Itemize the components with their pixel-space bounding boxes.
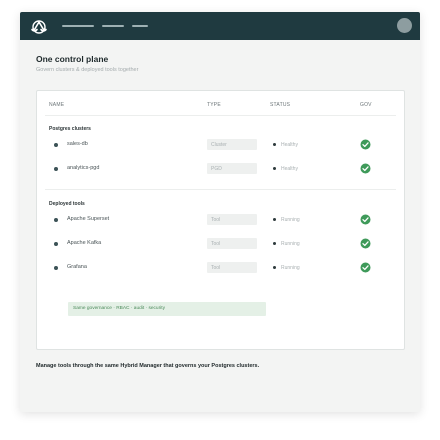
page-subtitle: Govern clusters & deployed tools togethe… <box>36 67 139 73</box>
section-title-deployed-tools: Deployed tools <box>49 201 85 207</box>
section-title-postgres-clusters: Postgres clusters <box>49 126 91 132</box>
type-pill: Tool <box>207 262 257 273</box>
nav-item-placeholder[interactable] <box>102 25 124 27</box>
column-header-type[interactable]: TYPE <box>207 102 221 108</box>
row-name[interactable]: analytics-pgd <box>67 165 99 171</box>
status-dot <box>273 218 276 221</box>
status-label: Healthy <box>281 165 298 172</box>
logo-icon[interactable] <box>30 18 48 34</box>
type-pill: Cluster <box>207 139 257 150</box>
resources-table-panel: NAME TYPE STATUS GOV Postgres clusters s… <box>36 90 405 350</box>
column-header-status[interactable]: STATUS <box>270 102 290 108</box>
type-label: Tool <box>211 216 221 223</box>
top-nav-bar <box>20 12 420 40</box>
row-bullet <box>54 242 58 246</box>
type-label: PGD <box>211 165 222 172</box>
table-row[interactable]: Apache Superset Tool Running <box>37 214 404 226</box>
type-pill: PGD <box>207 163 257 174</box>
status-label: Healthy <box>281 141 298 148</box>
status-dot <box>273 266 276 269</box>
row-bullet <box>54 218 58 222</box>
section-divider <box>45 189 396 190</box>
status-label: Running <box>281 216 300 223</box>
table-row[interactable]: analytics-pgd PGD Healthy <box>37 163 404 175</box>
check-circle-icon <box>360 214 371 225</box>
row-bullet <box>54 143 58 147</box>
page-title: One control plane <box>36 54 109 64</box>
hero-header: One control plane Govern clusters & depl… <box>36 54 138 73</box>
check-circle-icon <box>360 238 371 249</box>
type-label: Tool <box>211 264 221 271</box>
status-label: Running <box>281 264 300 271</box>
check-circle-icon <box>360 139 371 150</box>
row-bullet <box>54 266 58 270</box>
footer-caption: Manage tools through the same Hybrid Man… <box>36 363 260 369</box>
row-name[interactable]: Apache Superset <box>67 216 109 222</box>
governance-banner-text: Same governance · RBAC · audit · securit… <box>73 306 165 311</box>
table-row[interactable]: Apache Kafka Tool Running <box>37 238 404 250</box>
check-circle-icon <box>360 262 371 273</box>
status-dot <box>273 242 276 245</box>
type-label: Cluster <box>211 141 227 148</box>
app-card: One control plane Govern clusters & depl… <box>20 12 420 412</box>
row-bullet <box>54 167 58 171</box>
governance-banner: Same governance · RBAC · audit · securit… <box>68 302 266 316</box>
status-dot <box>273 143 276 146</box>
nav-item-placeholder[interactable] <box>62 25 94 27</box>
column-header-name[interactable]: NAME <box>49 102 64 108</box>
check-circle-icon <box>360 163 371 174</box>
table-row[interactable]: sales-db Cluster Healthy <box>37 139 404 151</box>
type-pill: Tool <box>207 238 257 249</box>
row-name[interactable]: Grafana <box>67 264 87 270</box>
nav-item-placeholder[interactable] <box>132 25 148 27</box>
row-name[interactable]: Apache Kafka <box>67 240 101 246</box>
type-pill: Tool <box>207 214 257 225</box>
table-row[interactable]: Grafana Tool Running <box>37 262 404 274</box>
header-divider <box>45 115 396 116</box>
type-label: Tool <box>211 240 221 247</box>
column-header-gov[interactable]: GOV <box>360 102 372 108</box>
row-name[interactable]: sales-db <box>67 141 88 147</box>
avatar[interactable] <box>397 18 412 33</box>
status-label: Running <box>281 240 300 247</box>
status-dot <box>273 167 276 170</box>
